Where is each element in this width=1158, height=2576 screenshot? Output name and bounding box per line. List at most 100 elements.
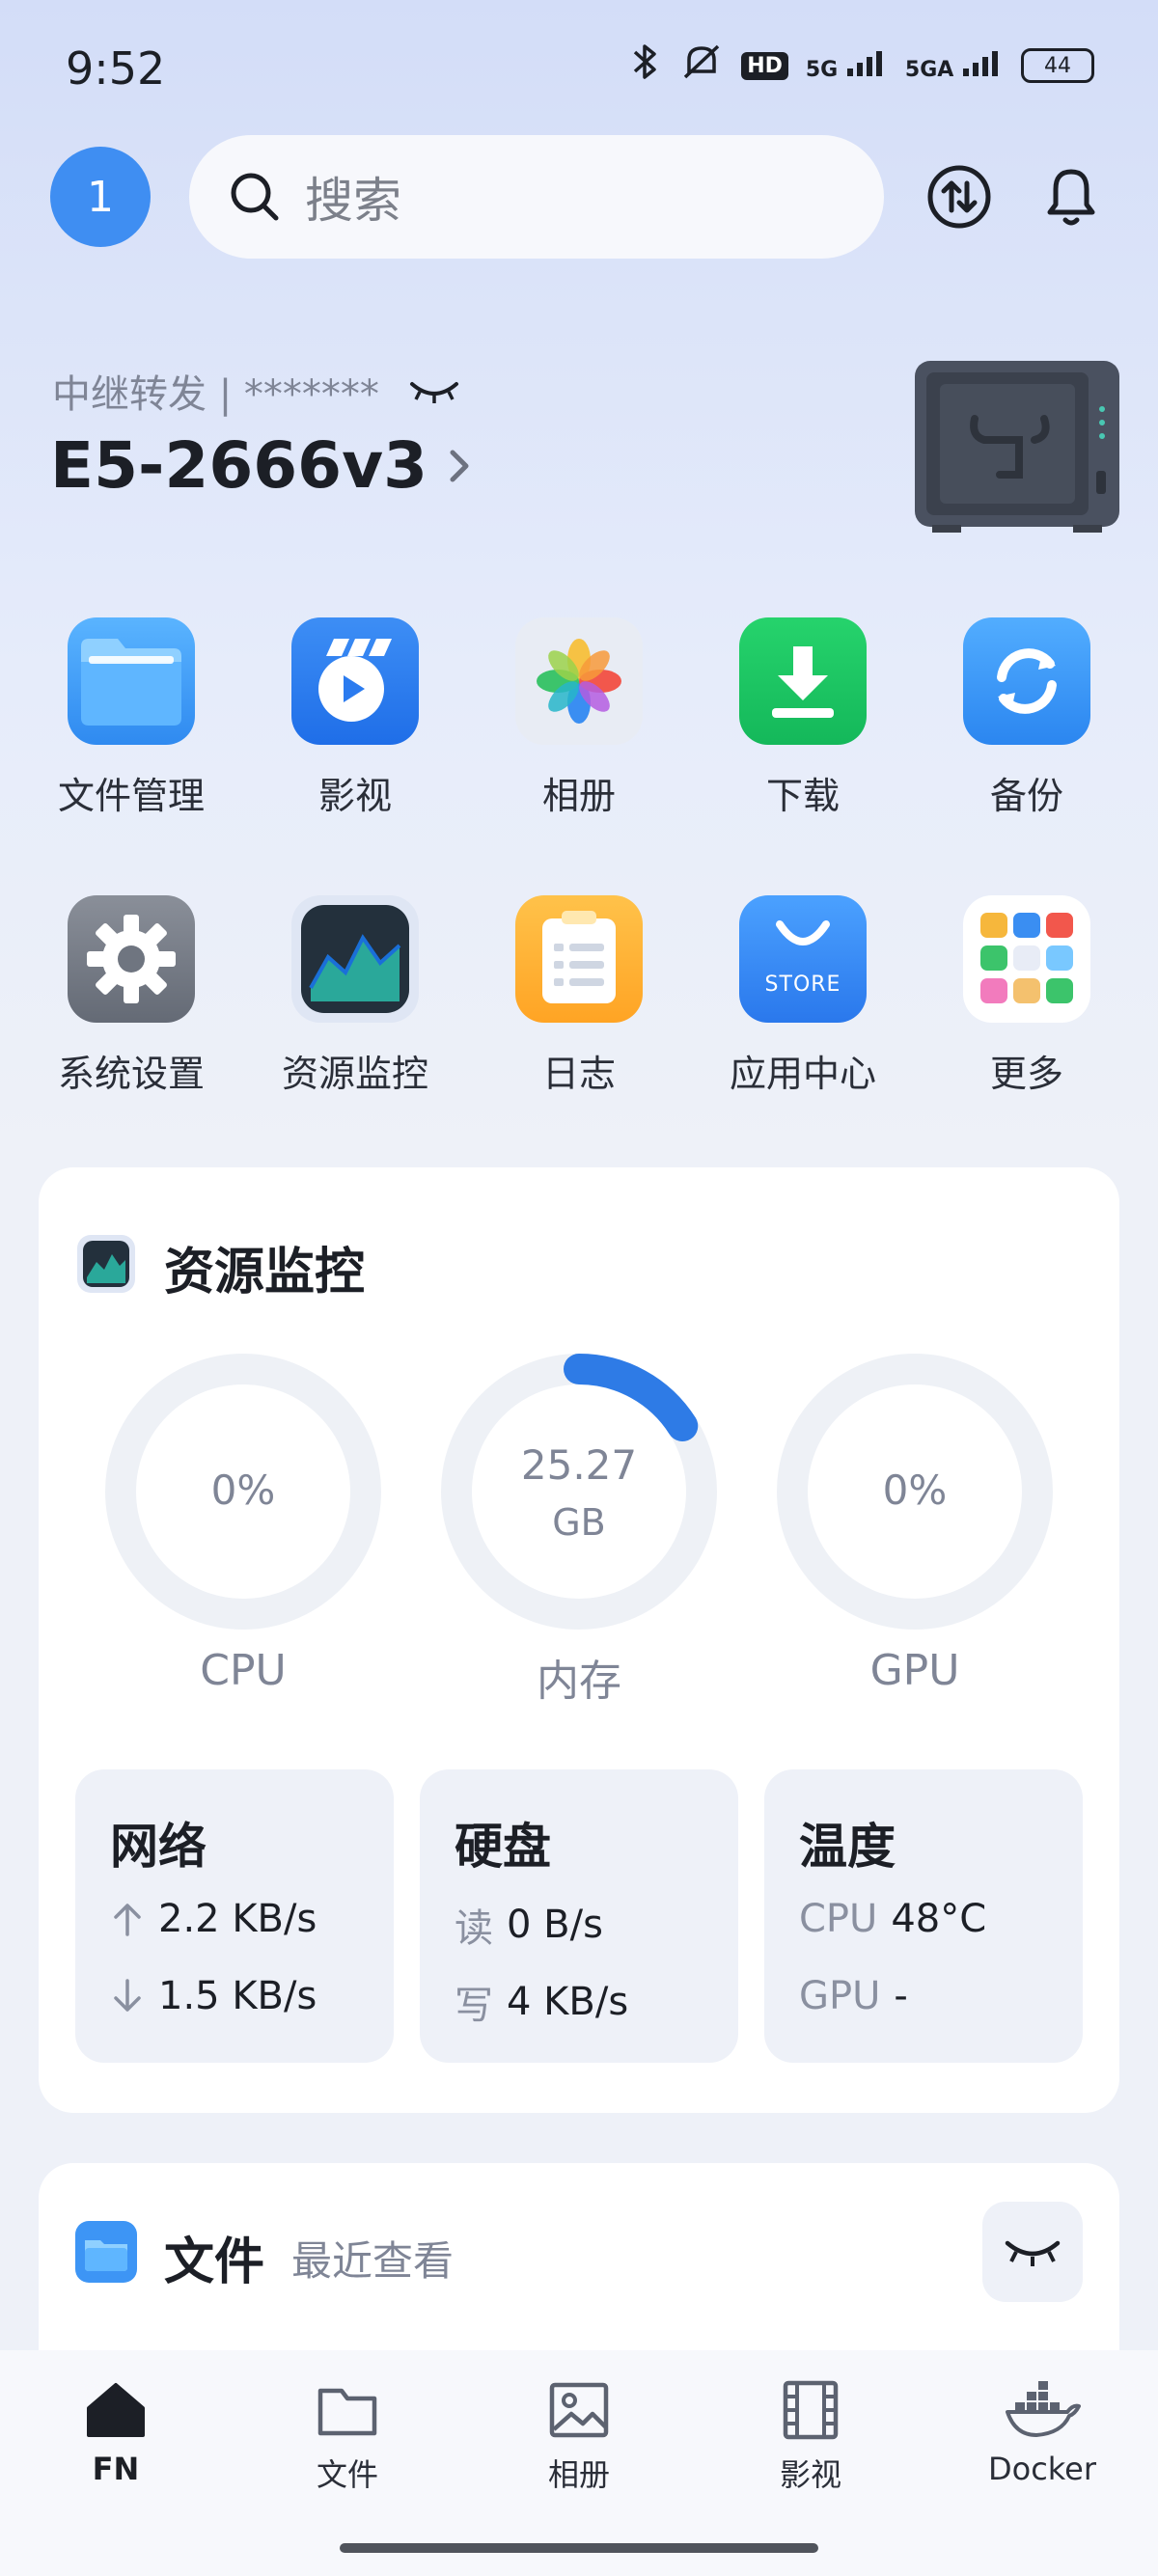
nav-label: 相册 [547,2456,610,2493]
app-backup[interactable]: 备份 [921,617,1133,819]
app-download[interactable]: 下载 [697,617,909,819]
disk-write-label: 写 [455,1984,493,2028]
app-label: 文件管理 [57,775,205,817]
chevron-right-icon [450,450,469,481]
app-video[interactable]: 影视 [249,617,461,819]
folder-icon [317,2388,377,2436]
memory-value: 25.27 [520,1441,638,1489]
files-title: 文件 [164,2233,265,2291]
relay-label: 中继转发 | ******* [52,372,379,417]
device-name-label: E5-2666v3 [50,428,428,503]
transfer-button[interactable] [924,162,994,232]
app-settings[interactable]: 系统设置 [25,895,237,1097]
hide-eye-icon[interactable] [408,376,460,405]
temperature-title: 温度 [799,1819,896,1875]
temp-cpu-value: 48°C [891,1897,987,1941]
folder-icon [75,2221,137,2283]
folder-icon [68,617,195,745]
nav-video[interactable]: 影视 [714,2379,907,2495]
disk-read-label: 读 [455,1906,493,1951]
hd-badge: HD [741,51,788,80]
status-time: 9:52 [66,42,166,95]
network-stat[interactable]: 网络 2.2 KB/s 1.5 KB/s [75,1769,394,2063]
app-log[interactable]: 日志 [473,895,685,1097]
temp-gpu-row: GPU - [799,1974,908,2018]
gpu-label: GPU [869,1646,960,1695]
nas-device-image [915,361,1119,533]
disk-title: 硬盘 [455,1819,551,1875]
photos-icon [515,617,643,745]
monitor-icon [75,1233,137,1295]
temp-cpu-row: CPU 48°C [799,1897,986,1941]
device-name[interactable]: E5-2666v3 [50,428,474,503]
memory-unit: GB [552,1501,606,1544]
nav-label: FN [92,2451,140,2487]
app-more[interactable]: 更多 [921,895,1133,1097]
disk-stat[interactable]: 硬盘 读 0 B/s 写 4 KB/s [420,1769,738,2063]
image-icon [549,2382,609,2438]
transfer-icon [927,165,991,229]
more-icon [963,895,1090,1023]
signal-5g-label: 5G [805,58,839,82]
arrow-up-icon [114,1904,141,1936]
bell-icon [1047,169,1095,226]
temp-gpu-label: GPU [799,1974,881,2018]
relay-status: 中继转发 | ******* [52,363,460,419]
nav-photos[interactable]: 相册 [482,2379,676,2495]
download-icon [739,617,867,745]
avatar[interactable]: 1 [50,147,151,247]
nav-fn[interactable]: FN [19,2379,212,2487]
hide-files-button[interactable] [982,2202,1083,2302]
cpu-value: 0% [210,1466,276,1514]
temp-gpu-value: - [894,1974,908,2018]
app-label: 日志 [541,1053,616,1095]
memory-gauge [441,1354,717,1630]
nav-label: 文件 [316,2456,378,2493]
network-down-value: 1.5 KB/s [158,1974,317,2018]
app-label: 下载 [765,775,840,817]
disk-write-row: 写 4 KB/s [455,1974,628,2030]
signal-5ga: 5GA [905,49,1004,82]
nav-files[interactable]: 文件 [251,2379,444,2495]
home-indicator[interactable] [340,2543,818,2553]
signal-5g: 5G [806,49,888,82]
eye-closed-icon [1005,2240,1061,2266]
nav-docker[interactable]: Docker [946,2379,1139,2487]
mute-icon [679,42,724,89]
disk-read-value: 0 B/s [507,1903,603,1947]
search-icon [231,173,279,221]
search-placeholder: 搜索 [305,173,401,229]
nav-label: 影视 [779,2456,841,2493]
app-resource-monitor[interactable]: 资源监控 [249,895,461,1097]
cpu-label: CPU [200,1646,287,1695]
app-label: 备份 [989,775,1063,817]
app-label: 资源监控 [281,1053,428,1095]
app-store[interactable]: STORE 应用中心 [697,895,909,1097]
status-icons: HD 5G 5GA 44 [629,42,1094,89]
network-title: 网络 [110,1819,207,1875]
signal-5ga-label: 5GA [904,58,954,82]
notification-button[interactable] [1036,162,1106,232]
app-label: 相册 [541,775,616,817]
app-label: 影视 [317,775,392,817]
log-icon [515,895,643,1023]
disk-read-row: 读 0 B/s [455,1897,603,1953]
files-subtitle: 最近查看 [291,2237,455,2285]
app-file-manager[interactable]: 文件管理 [25,617,237,819]
gpu-value: 0% [882,1466,948,1514]
film-icon [783,2380,839,2440]
temp-cpu-label: CPU [799,1897,878,1941]
network-down-row: 1.5 KB/s [110,1974,317,2018]
temperature-stat[interactable]: 温度 CPU 48°C GPU - [764,1769,1083,2063]
bluetooth-icon [629,42,662,89]
disk-write-value: 4 KB/s [507,1980,629,2024]
gear-icon [68,895,195,1023]
bottom-nav: FN 文件 相册 影视 Docker [0,2350,1158,2576]
film-icon [291,617,419,745]
search-input[interactable]: 搜索 [189,135,884,259]
store-badge: STORE [764,973,841,997]
backup-icon [963,617,1090,745]
home-icon [87,2383,145,2437]
app-label: 应用中心 [729,1053,876,1095]
app-photos[interactable]: 相册 [473,617,685,819]
